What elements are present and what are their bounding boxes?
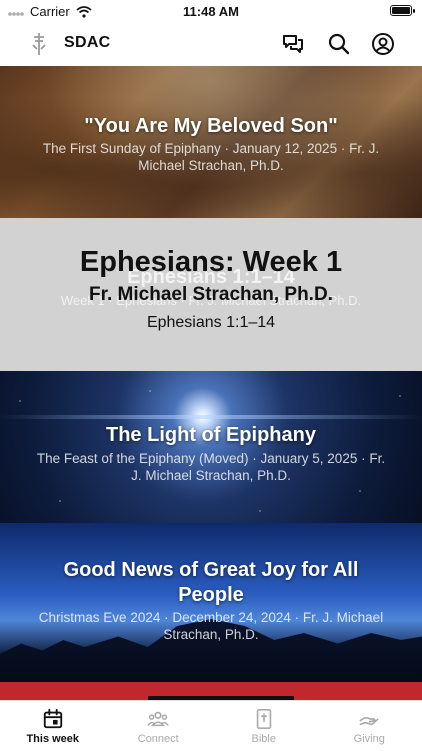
giving-hand-icon	[358, 708, 380, 730]
tab-giving[interactable]: Giving	[317, 701, 422, 751]
tab-connect[interactable]: Connect	[106, 701, 212, 751]
sermon-card-beloved-son[interactable]: "You Are My Beloved Son" The First Sunda…	[0, 66, 422, 218]
sermon-title: Good News of Great Joy for All People	[0, 558, 422, 608]
people-icon	[147, 708, 169, 730]
church-logo-icon	[28, 32, 50, 56]
series-author: Fr. Michael Strachan, Ph.D.	[0, 284, 422, 306]
tab-label: Giving	[354, 733, 385, 745]
series-passage: Ephesians 1:1–14	[0, 314, 422, 332]
sermon-feed[interactable]: "You Are My Beloved Son" The First Sunda…	[0, 66, 422, 700]
sermon-card-good-news[interactable]: Good News of Great Joy for All People Ch…	[0, 523, 422, 700]
sermon-card-light-of-epiphany[interactable]: The Light of Epiphany The Feast of the E…	[0, 371, 422, 523]
messages-icon[interactable]	[281, 32, 305, 56]
bible-icon	[253, 708, 275, 730]
series-card-ephesians[interactable]: Week 1 · Ephesians · Fr. J. Michael Stra…	[0, 218, 422, 371]
sermon-subtitle: The Feast of the Epiphany (Moved) · Janu…	[0, 450, 422, 484]
tab-this-week[interactable]: This week	[0, 701, 106, 751]
sermon-subtitle: The First Sunday of Epiphany · January 1…	[0, 140, 422, 174]
app-title: SDAC	[64, 34, 111, 52]
sermon-subtitle: Christmas Eve 2024 · December 24, 2024 ·…	[0, 609, 422, 643]
sermon-title: The Light of Epiphany	[0, 423, 422, 448]
status-bar: Carrier 11:48 AM	[0, 0, 422, 22]
tab-label: This week	[26, 733, 79, 745]
tab-label: Bible	[252, 733, 276, 745]
battery-icon	[390, 5, 412, 16]
clock: 11:48 AM	[0, 4, 422, 19]
tab-label: Connect	[138, 733, 179, 745]
tab-bible[interactable]: Bible	[211, 701, 317, 751]
app-header: SDAC	[0, 22, 422, 66]
account-icon[interactable]	[371, 32, 395, 56]
sermon-title: "You Are My Beloved Son"	[0, 114, 422, 139]
search-icon[interactable]	[327, 32, 351, 56]
series-title: Ephesians: Week 1	[0, 246, 422, 279]
calendar-icon	[42, 708, 64, 730]
tab-bar: This week Connect Bible Giving	[0, 700, 422, 751]
